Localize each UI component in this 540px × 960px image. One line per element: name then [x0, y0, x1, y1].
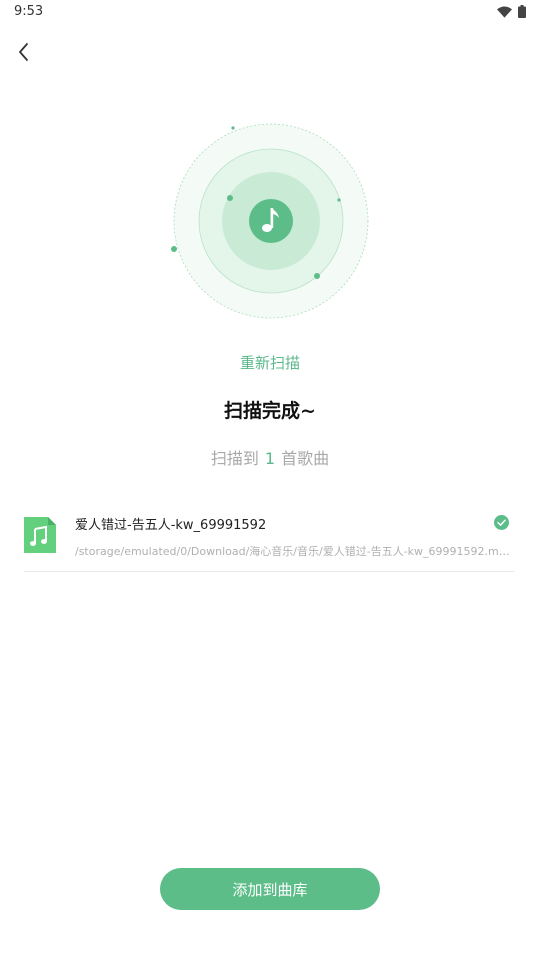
song-title: 爱人错过-告五人-kw_69991592 — [75, 518, 267, 533]
radar-dot — [227, 195, 233, 201]
scan-count-text: 扫描到 1 首歌曲 — [0, 445, 540, 469]
scan-count-prefix: 扫描到 — [210, 449, 259, 468]
scan-count-value: 1 — [264, 449, 276, 468]
music-note-icon — [249, 199, 293, 243]
scan-count-suffix: 首歌曲 — [281, 449, 330, 468]
add-to-library-button[interactable]: 添加到曲库 — [160, 868, 380, 910]
scan-result-screen: 9:53 重新扫描 扫描完成~ 扫描到 1 首歌曲 爱人错过-告五人-kw_69… — [0, 0, 540, 960]
status-time: 9:53 — [14, 4, 44, 19]
back-button[interactable] — [10, 38, 38, 66]
radar-dot — [231, 126, 235, 130]
wifi-icon — [497, 5, 512, 18]
scan-radar-graphic — [171, 123, 369, 319]
rescan-button[interactable]: 重新扫描 — [0, 352, 540, 373]
scan-complete-title: 扫描完成~ — [224, 400, 316, 422]
radar-dot — [314, 273, 320, 279]
status-bar: 9:53 — [0, 0, 540, 24]
battery-icon — [518, 5, 526, 18]
check-circle-icon[interactable] — [494, 515, 509, 530]
music-file-icon — [24, 517, 56, 553]
song-path: /storage/emulated/0/Download/海心音乐/音乐/爱人错… — [75, 545, 511, 558]
radar-dot — [337, 198, 341, 202]
status-icons — [497, 5, 526, 18]
song-list-item[interactable]: 爱人错过-告五人-kw_69991592 /storage/emulated/0… — [24, 505, 514, 572]
chevron-left-icon — [19, 43, 28, 61]
radar-dot — [171, 246, 177, 252]
